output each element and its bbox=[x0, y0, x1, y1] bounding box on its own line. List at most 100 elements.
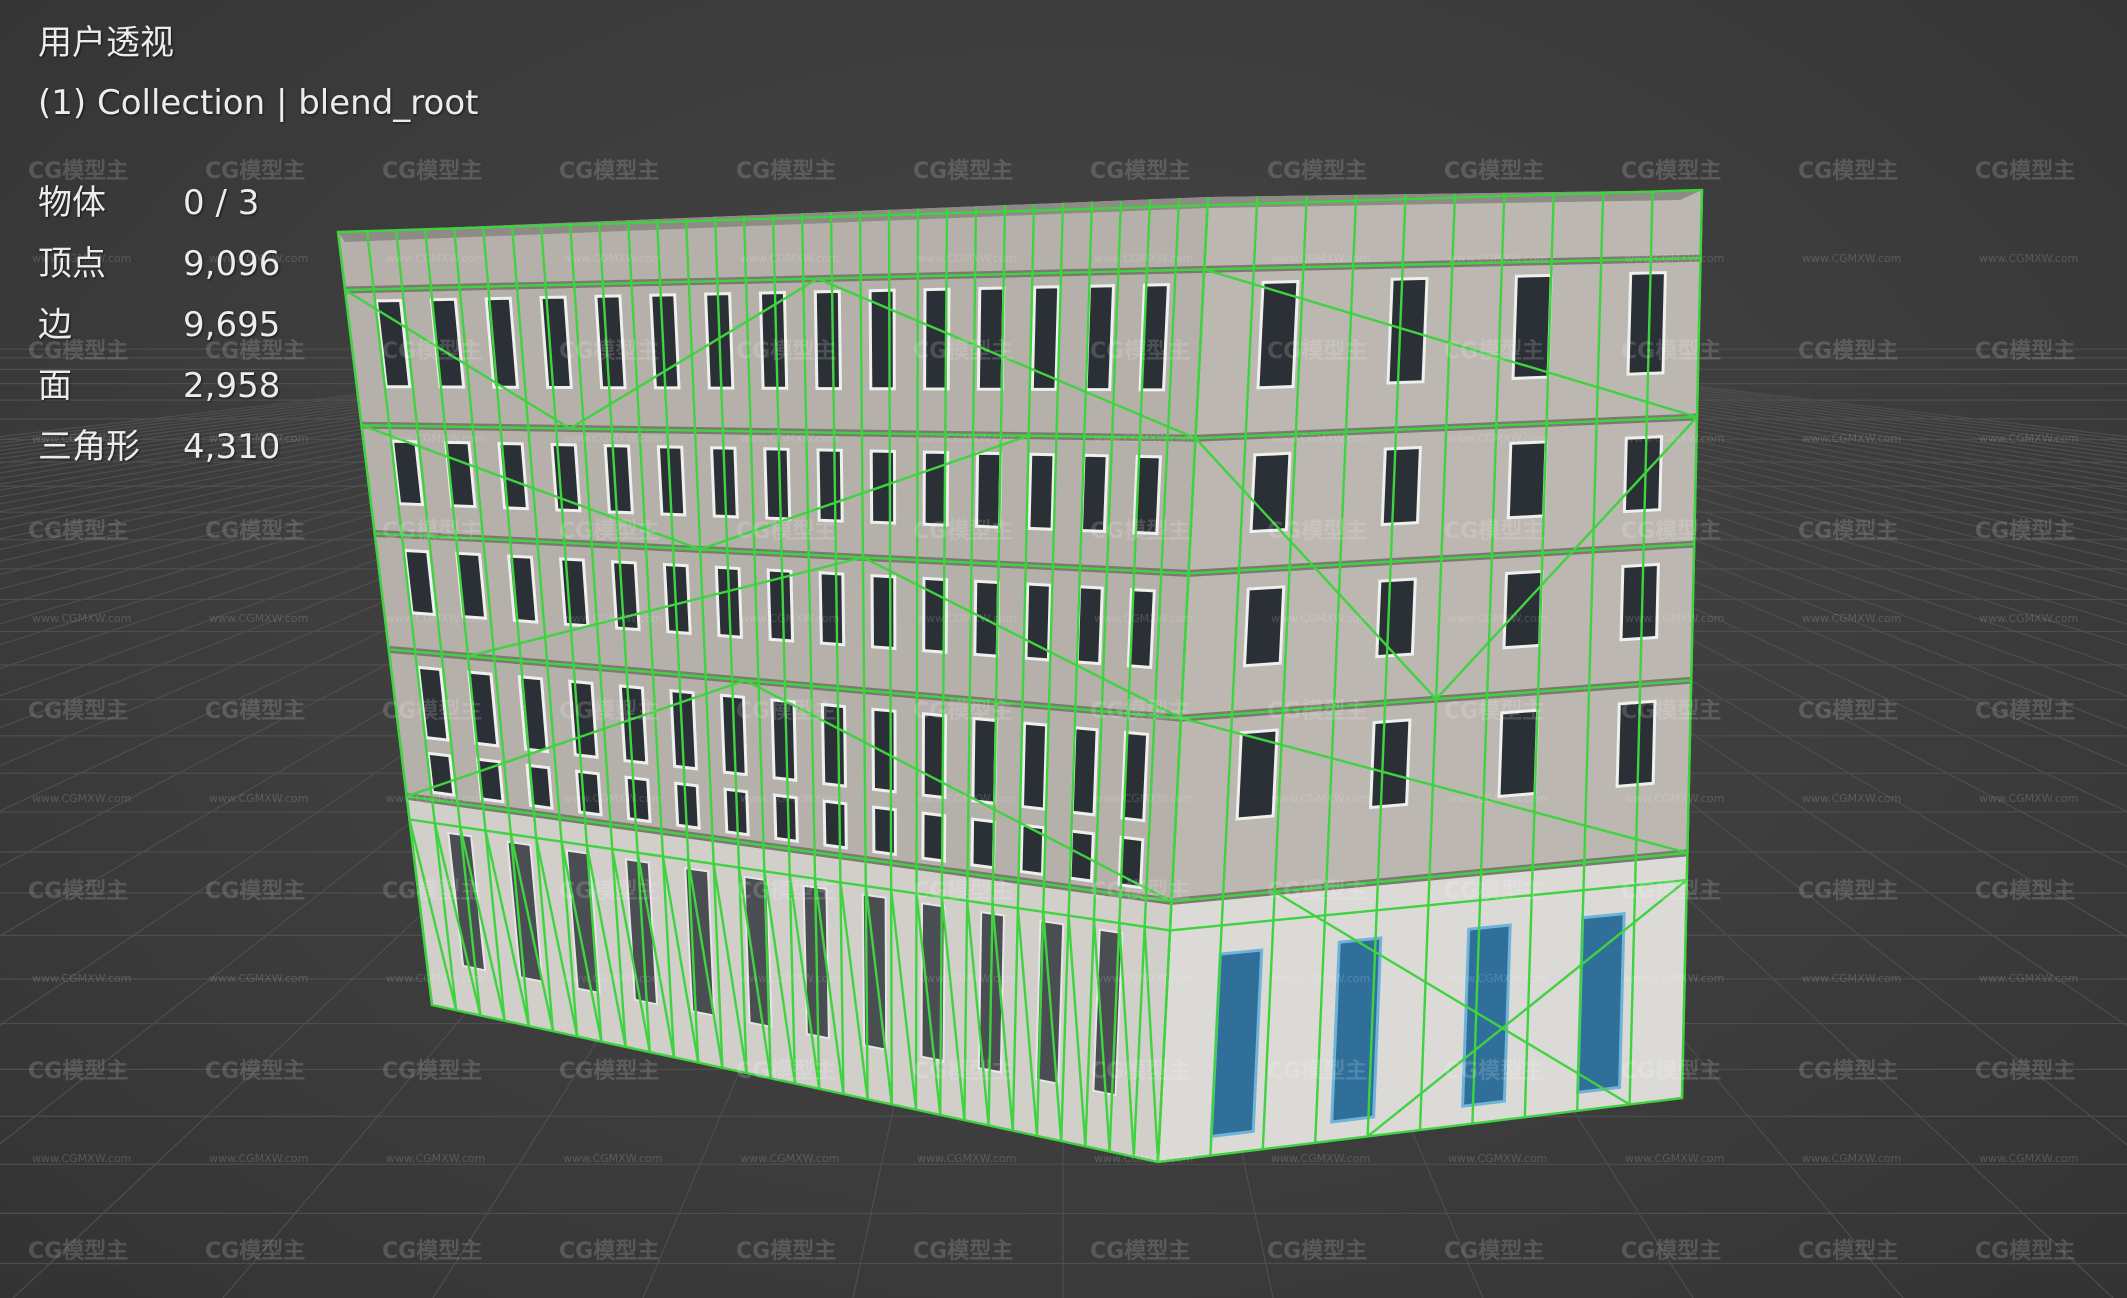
watermark-url: www.CGMXW.com bbox=[386, 792, 485, 805]
watermark-url: www.CGMXW.com bbox=[209, 972, 308, 985]
watermark-logo: CG模型主 bbox=[1267, 879, 1367, 904]
watermark-url: www.CGMXW.com bbox=[1979, 1152, 2078, 1165]
collection-label: (1) Collection | blend_root bbox=[38, 83, 479, 123]
watermark-logo: CG模型主 bbox=[913, 699, 1013, 724]
watermark-logo: CG模型主 bbox=[559, 339, 659, 364]
watermark-url: www.CGMXW.com bbox=[1625, 972, 1724, 985]
watermark-url: www.CGMXW.com bbox=[386, 432, 485, 445]
watermark-url: www.CGMXW.com bbox=[1625, 252, 1724, 265]
watermark-logo: CG模型主 bbox=[382, 519, 482, 544]
watermark-logo: CG模型主 bbox=[1975, 699, 2075, 724]
watermark-url: www.CGMXW.com bbox=[740, 1152, 839, 1165]
watermark-url: www.CGMXW.com bbox=[563, 1152, 662, 1165]
watermark-url: www.CGMXW.com bbox=[1448, 612, 1547, 625]
watermark-url: www.CGMXW.com bbox=[1802, 612, 1901, 625]
watermark-logo: CG模型主 bbox=[1444, 159, 1544, 184]
watermark-logo: CG模型主 bbox=[1090, 159, 1190, 184]
watermark-logo: CG模型主 bbox=[1090, 1239, 1190, 1264]
watermark-url: www.CGMXW.com bbox=[917, 612, 1016, 625]
watermark-url: www.CGMXW.com bbox=[1271, 252, 1370, 265]
stat-faces-label: 面 bbox=[38, 366, 72, 406]
watermark-logo: CG模型主 bbox=[1798, 1239, 1898, 1264]
watermark-logo: CG模型主 bbox=[913, 519, 1013, 544]
watermark-logo: CG模型主 bbox=[1090, 339, 1190, 364]
watermark-logo: CG模型主 bbox=[1090, 879, 1190, 904]
watermark-logo: CG模型主 bbox=[1621, 699, 1721, 724]
watermark-url: www.CGMXW.com bbox=[1448, 432, 1547, 445]
watermark-url: www.CGMXW.com bbox=[740, 972, 839, 985]
watermark-url: www.CGMXW.com bbox=[1802, 432, 1901, 445]
watermark-logo: CG模型主 bbox=[382, 159, 482, 184]
watermark-logo: CG模型主 bbox=[382, 1239, 482, 1264]
watermark-logo: CG模型主 bbox=[1444, 1059, 1544, 1084]
watermark-logo: CG模型主 bbox=[1798, 519, 1898, 544]
watermark-logo: CG模型主 bbox=[205, 1059, 305, 1084]
watermark-logo: CG模型主 bbox=[913, 1059, 1013, 1084]
watermark-logo: CG模型主 bbox=[1621, 879, 1721, 904]
watermark-tiles: CG模型主 www.CGMXW.com CG模型主 www.CGMXW.com CG模型… bbox=[28, 159, 2078, 1264]
watermark-url: www.CGMXW.com bbox=[1271, 432, 1370, 445]
watermark-url: www.CGMXW.com bbox=[740, 792, 839, 805]
watermark-url: www.CGMXW.com bbox=[1802, 972, 1901, 985]
watermark-url: www.CGMXW.com bbox=[1448, 792, 1547, 805]
watermark-url: www.CGMXW.com bbox=[386, 972, 485, 985]
watermark-logo: CG模型主 bbox=[736, 879, 836, 904]
watermark-url: www.CGMXW.com bbox=[1094, 792, 1193, 805]
watermark-url: www.CGMXW.com bbox=[1625, 612, 1724, 625]
watermark-url: www.CGMXW.com bbox=[1625, 792, 1724, 805]
watermark-url: www.CGMXW.com bbox=[740, 612, 839, 625]
watermark-logo: CG模型主 bbox=[1975, 1239, 2075, 1264]
watermark-logo: CG模型主 bbox=[1798, 879, 1898, 904]
watermark-logo: CG模型主 bbox=[1975, 1059, 2075, 1084]
watermark-url: www.CGMXW.com bbox=[32, 612, 131, 625]
watermark-logo: CG模型主 bbox=[913, 879, 1013, 904]
watermark-layer: CG模型主 www.CGMXW.com CG模型主 www.CGMXW.com CG模型… bbox=[28, 159, 2078, 1264]
watermark-logo: CG模型主 bbox=[382, 699, 482, 724]
watermark-logo: CG模型主 bbox=[1090, 699, 1190, 724]
watermark-logo: CG模型主 bbox=[736, 699, 836, 724]
watermark-logo: CG模型主 bbox=[559, 1059, 659, 1084]
watermark-url: www.CGMXW.com bbox=[1625, 432, 1724, 445]
watermark-logo: CG模型主 bbox=[205, 879, 305, 904]
watermark-logo: CG模型主 bbox=[205, 1239, 305, 1264]
watermark-logo: CG模型主 bbox=[28, 519, 128, 544]
watermark-logo: CG模型主 bbox=[736, 519, 836, 544]
watermark-url: www.CGMXW.com bbox=[563, 792, 662, 805]
watermark-logo: CG模型主 bbox=[559, 699, 659, 724]
watermark-url: www.CGMXW.com bbox=[563, 612, 662, 625]
watermark-logo: CG模型主 bbox=[736, 339, 836, 364]
watermark-url: www.CGMXW.com bbox=[740, 252, 839, 265]
watermark-url: www.CGMXW.com bbox=[1271, 612, 1370, 625]
watermark-url: www.CGMXW.com bbox=[1802, 252, 1901, 265]
watermark-url: www.CGMXW.com bbox=[563, 972, 662, 985]
watermark-url: www.CGMXW.com bbox=[209, 1152, 308, 1165]
watermark-url: www.CGMXW.com bbox=[209, 792, 308, 805]
stat-vertices-value: 9,096 bbox=[183, 244, 281, 284]
watermark-logo: CG模型主 bbox=[1798, 699, 1898, 724]
watermark-logo: CG模型主 bbox=[28, 699, 128, 724]
watermark-logo: CG模型主 bbox=[913, 159, 1013, 184]
watermark-url: www.CGMXW.com bbox=[1448, 1152, 1547, 1165]
watermark-url: www.CGMXW.com bbox=[1271, 1152, 1370, 1165]
watermark-logo: CG模型主 bbox=[205, 699, 305, 724]
watermark-logo: CG模型主 bbox=[559, 1239, 659, 1264]
watermark-url: www.CGMXW.com bbox=[209, 612, 308, 625]
stat-edges-label: 边 bbox=[38, 305, 72, 345]
watermark-logo: CG模型主 bbox=[736, 159, 836, 184]
watermark-logo: CG模型主 bbox=[1267, 339, 1367, 364]
watermark-logo: CG模型主 bbox=[382, 1059, 482, 1084]
watermark-url: www.CGMXW.com bbox=[1094, 1152, 1193, 1165]
watermark-url: www.CGMXW.com bbox=[917, 792, 1016, 805]
watermark-url: www.CGMXW.com bbox=[1448, 972, 1547, 985]
watermark-url: www.CGMXW.com bbox=[1802, 1152, 1901, 1165]
watermark-logo: CG模型主 bbox=[1444, 339, 1544, 364]
watermark-url: www.CGMXW.com bbox=[1094, 252, 1193, 265]
watermark-logo: CG模型主 bbox=[736, 1239, 836, 1264]
watermark-logo: CG模型主 bbox=[1798, 339, 1898, 364]
watermark-url: www.CGMXW.com bbox=[1979, 972, 2078, 985]
3d-viewport[interactable]: CG模型主 www.CGMXW.com CG模型主 www.CGMXW.com CG模型… bbox=[0, 0, 2127, 1298]
watermark-logo: CG模型主 bbox=[1267, 699, 1367, 724]
watermark-url: www.CGMXW.com bbox=[563, 252, 662, 265]
watermark-logo: CG模型主 bbox=[1975, 339, 2075, 364]
watermark-logo: CG模型主 bbox=[1444, 699, 1544, 724]
